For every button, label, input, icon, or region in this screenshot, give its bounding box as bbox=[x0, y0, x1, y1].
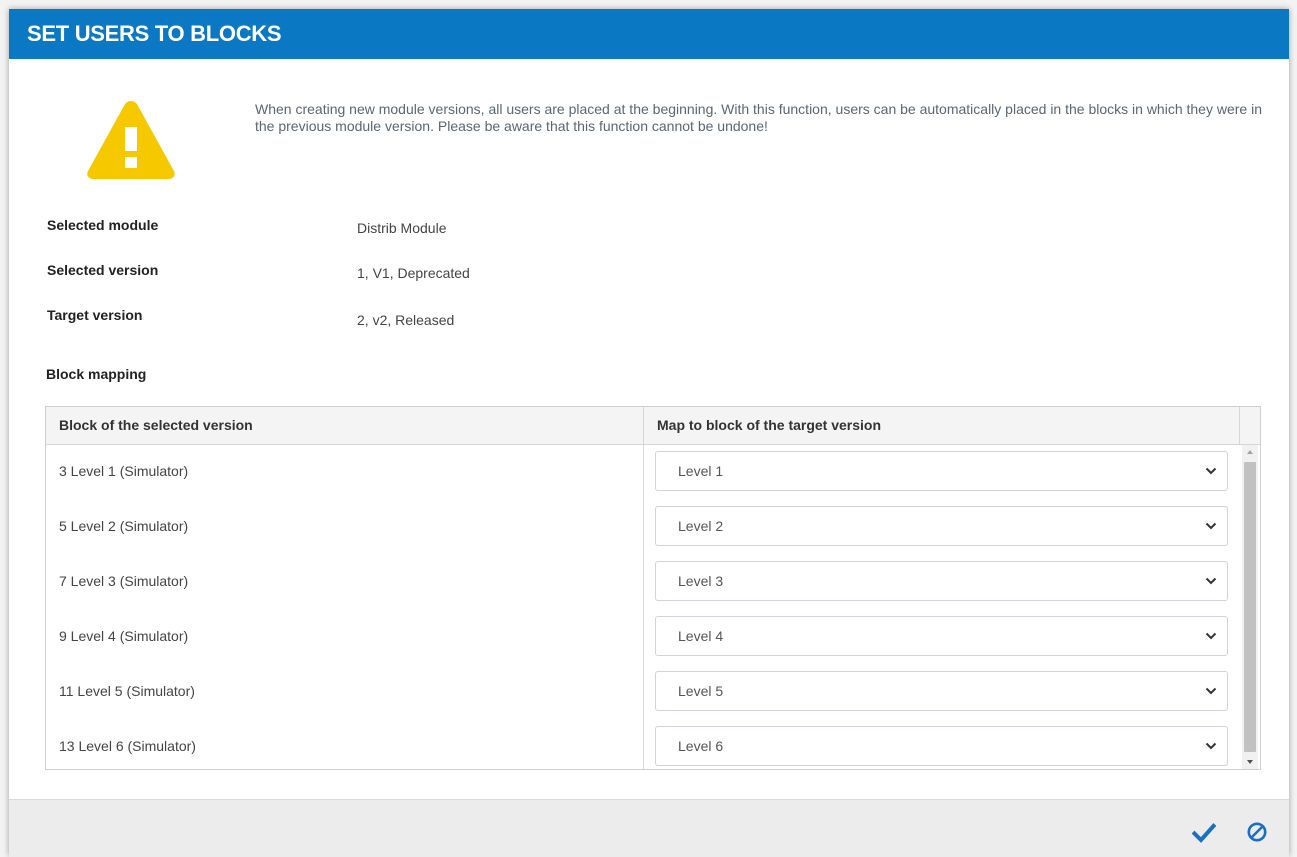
dialog-title-bar: SET USERS TO BLOCKS bbox=[9, 9, 1289, 59]
target-block-select[interactable]: Level 5 bbox=[655, 671, 1228, 711]
target-block-select[interactable]: Level 4 bbox=[655, 616, 1228, 656]
selected-option: Level 6 bbox=[678, 738, 724, 754]
scroll-up-arrow-icon[interactable] bbox=[1242, 445, 1258, 459]
table-row: 3 Level 1 (Simulator) Level 1 bbox=[46, 444, 1240, 499]
selected-option: Level 2 bbox=[678, 518, 724, 534]
warning-icon bbox=[87, 101, 175, 179]
column-header-spacer bbox=[1240, 407, 1260, 444]
dialog-footer bbox=[9, 799, 1289, 857]
table-header: Block of the selected version Map to blo… bbox=[46, 407, 1260, 445]
chevron-down-icon bbox=[1205, 467, 1217, 475]
selected-option: Level 3 bbox=[678, 573, 724, 589]
block-mapping-table: Block of the selected version Map to blo… bbox=[45, 406, 1261, 770]
chevron-down-icon bbox=[1205, 742, 1217, 750]
block-mapping-label: Block mapping bbox=[46, 366, 147, 382]
table-body: 3 Level 1 (Simulator) Level 1 5 Level 2 … bbox=[46, 444, 1240, 769]
target-block-select[interactable]: Level 2 bbox=[655, 506, 1228, 546]
table-scrollbar[interactable] bbox=[1242, 445, 1258, 769]
selected-module-value: Distrib Module bbox=[357, 220, 447, 236]
selected-option: Level 1 bbox=[678, 463, 724, 479]
cancel-circle-slash-button[interactable] bbox=[1246, 821, 1268, 843]
set-users-to-blocks-dialog: SET USERS TO BLOCKS When creating new mo… bbox=[9, 9, 1289, 857]
selected-option: Level 4 bbox=[678, 628, 724, 644]
source-block-cell: 7 Level 3 (Simulator) bbox=[59, 573, 189, 589]
target-block-select[interactable]: Level 1 bbox=[655, 451, 1228, 491]
chevron-down-icon bbox=[1205, 687, 1217, 695]
source-block-cell: 3 Level 1 (Simulator) bbox=[59, 463, 189, 479]
target-version-label: Target version bbox=[47, 307, 143, 323]
selected-version-value: 1, V1, Deprecated bbox=[357, 265, 470, 281]
selected-option: Level 5 bbox=[678, 683, 724, 699]
chevron-down-icon bbox=[1205, 632, 1217, 640]
table-row: 13 Level 6 (Simulator) Level 6 bbox=[46, 719, 1240, 769]
table-row: 9 Level 4 (Simulator) Level 4 bbox=[46, 609, 1240, 664]
warning-message: When creating new module versions, all u… bbox=[255, 101, 1262, 134]
dialog-title: SET USERS TO BLOCKS bbox=[27, 21, 282, 46]
table-row: 7 Level 3 (Simulator) Level 3 bbox=[46, 554, 1240, 609]
column-header-target-block: Map to block of the target version bbox=[644, 407, 1240, 444]
source-block-cell: 5 Level 2 (Simulator) bbox=[59, 518, 189, 534]
chevron-down-icon bbox=[1205, 577, 1217, 585]
scrollbar-thumb[interactable] bbox=[1244, 462, 1256, 752]
target-block-select[interactable]: Level 6 bbox=[655, 726, 1228, 766]
target-block-select[interactable]: Level 3 bbox=[655, 561, 1228, 601]
confirm-checkmark-button[interactable] bbox=[1192, 822, 1216, 844]
table-row: 5 Level 2 (Simulator) Level 2 bbox=[46, 499, 1240, 554]
column-header-source-block: Block of the selected version bbox=[46, 407, 644, 444]
table-row: 11 Level 5 (Simulator) Level 5 bbox=[46, 664, 1240, 719]
source-block-cell: 11 Level 5 (Simulator) bbox=[59, 683, 195, 699]
target-version-value: 2, v2, Released bbox=[357, 312, 455, 328]
chevron-down-icon bbox=[1205, 522, 1217, 530]
selected-version-label: Selected version bbox=[47, 262, 159, 278]
scroll-down-arrow-icon[interactable] bbox=[1242, 755, 1258, 769]
selected-module-label: Selected module bbox=[47, 217, 159, 233]
source-block-cell: 13 Level 6 (Simulator) bbox=[59, 738, 196, 754]
source-block-cell: 9 Level 4 (Simulator) bbox=[59, 628, 189, 644]
